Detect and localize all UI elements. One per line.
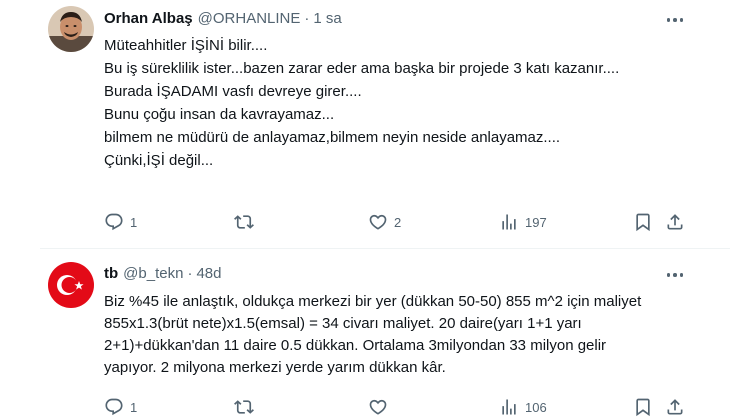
reply-count: 1	[130, 214, 138, 230]
timestamp[interactable]: 48d	[196, 264, 221, 284]
more-icon[interactable]	[664, 265, 686, 285]
reply-count: 1	[130, 399, 138, 415]
bookmark-button[interactable]	[633, 395, 653, 419]
tweet-text-line: bilmem ne müdürü de anlayamaz,bilmem ney…	[104, 129, 561, 146]
retweet-icon	[234, 397, 254, 417]
author-handle[interactable]: @b_tekn	[123, 264, 183, 284]
timestamp[interactable]: 1 sa	[313, 9, 341, 29]
views-icon	[499, 212, 519, 232]
tweet[interactable]: tb @b_tekn · 48d Biz %45 ile anlaştık, o…	[0, 249, 730, 420]
share-button[interactable]	[665, 395, 685, 419]
bookmark-icon	[633, 397, 653, 417]
retweet-button[interactable]	[234, 395, 260, 419]
bookmark-button[interactable]	[633, 210, 653, 234]
like-button[interactable]: 2	[368, 210, 401, 234]
retweet-icon	[234, 212, 254, 232]
tweet-text-line: Bu iş süreklilik ister...bazen zarar ede…	[104, 60, 620, 77]
like-icon	[368, 212, 388, 232]
retweet-button[interactable]	[234, 210, 260, 234]
tweet-text-line: Müteahhitler İŞİNİ bilir....	[104, 37, 268, 54]
reply-button[interactable]: 1	[104, 395, 137, 419]
tweet[interactable]: Orhan Albaş @ORHANLINE · 1 sa Müteahhitl…	[0, 0, 730, 248]
author-handle[interactable]: @ORHANLINE	[198, 9, 301, 29]
like-count: 2	[394, 214, 402, 230]
reply-icon	[104, 212, 124, 232]
avatar[interactable]	[48, 6, 94, 52]
avatar[interactable]	[48, 262, 94, 308]
tweet-actions: 1 106	[100, 395, 690, 419]
tweet-text-line: Burada İŞADAMI vasfı devreye girer....	[104, 83, 362, 100]
tweet-text: Müteahhitler İŞİNİ bilir.... Bu iş sürek…	[104, 34, 652, 172]
reply-icon	[104, 397, 124, 417]
like-icon	[368, 397, 388, 417]
views-icon	[499, 397, 519, 417]
separator-dot: ·	[187, 265, 193, 282]
bookmark-icon	[633, 212, 653, 232]
author-name[interactable]: Orhan Albaş	[104, 9, 193, 29]
share-button[interactable]	[665, 210, 685, 234]
share-icon	[665, 212, 685, 232]
like-button[interactable]	[368, 395, 394, 419]
views-button[interactable]: 106	[499, 395, 547, 419]
reply-button[interactable]: 1	[104, 210, 137, 234]
separator-dot: ·	[304, 10, 310, 27]
views-count: 106	[525, 399, 547, 415]
more-icon[interactable]	[664, 10, 686, 30]
share-icon	[665, 397, 685, 417]
tweet-actions: 1 2 197	[100, 210, 690, 234]
views-button[interactable]: 197	[499, 210, 547, 234]
tweet-text-line: Biz %45 ile anlaştık, oldukça merkezi bi…	[104, 293, 642, 376]
author-name[interactable]: tb	[104, 264, 118, 284]
tweet-text: Biz %45 ile anlaştık, oldukça merkezi bi…	[104, 291, 652, 379]
tweet-text-line: Çünki,İŞİ değil...	[104, 152, 214, 169]
views-count: 197	[525, 214, 547, 230]
tweet-text-line: Bunu çoğu insan da kavrayamaz...	[104, 106, 335, 123]
